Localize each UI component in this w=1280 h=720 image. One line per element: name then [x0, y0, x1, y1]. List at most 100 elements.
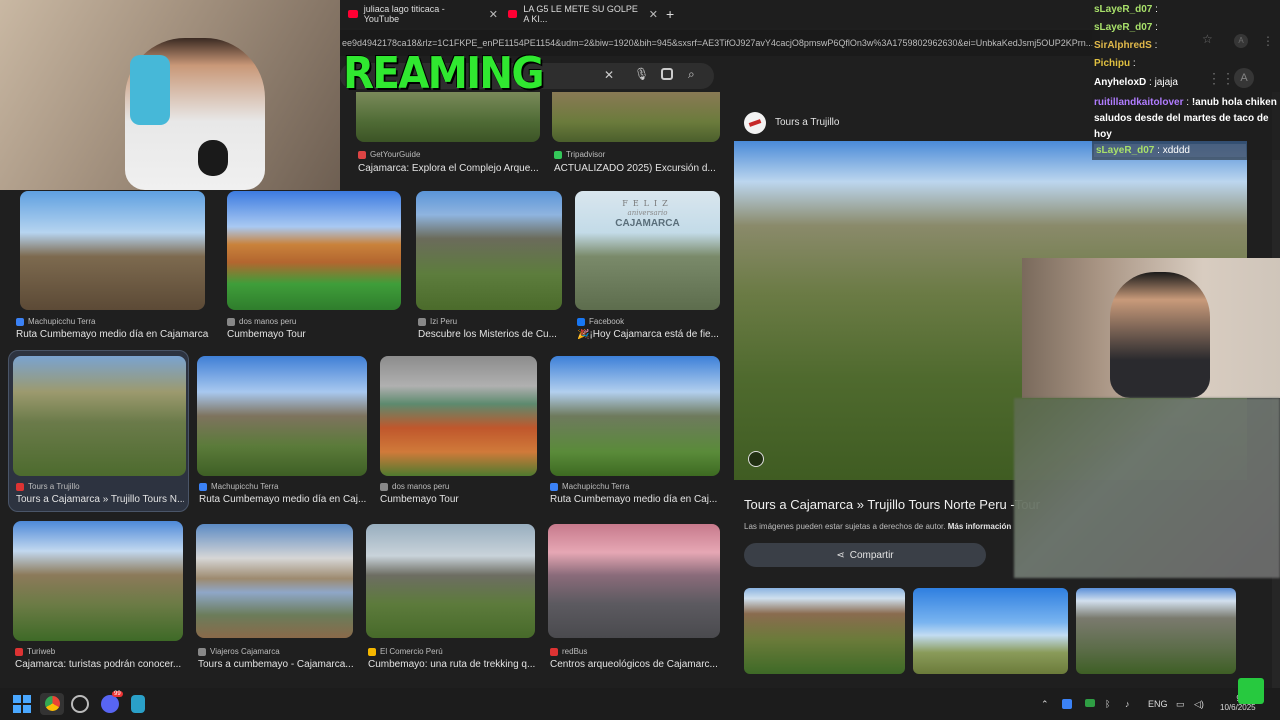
tab-youtube-g5[interactable]: LA G5 LE METE SU GOLPE A KI... ✕ — [508, 4, 658, 24]
lens-search-icon[interactable] — [661, 68, 673, 80]
network-icon[interactable]: ▭ — [1176, 699, 1185, 710]
search-icon[interactable]: ⌕ — [688, 67, 695, 82]
chat-message: sLayeR_d07 : — [1094, 22, 1158, 33]
result-card[interactable]: Viajeros Cajamarca Tours a cumbemayo - C… — [196, 524, 353, 674]
panel-site-name[interactable]: Tours a Trujillo — [775, 117, 839, 128]
result-image[interactable]: FELIZ aniversario CAJAMARCA — [575, 191, 720, 310]
microphone-icon — [198, 140, 228, 176]
result-title[interactable]: Cajamarca: turistas podrán conocer... — [15, 659, 185, 670]
tab-label: juliaca lago titicaca - YouTube — [363, 4, 445, 24]
close-icon[interactable]: ✕ — [489, 8, 498, 21]
windows-start-icon[interactable] — [13, 695, 31, 713]
result-image[interactable] — [227, 191, 401, 310]
result-card[interactable]: Izi Peru Descubre los Misterios de Cu... — [416, 191, 562, 341]
result-card[interactable]: dos manos peru Cumbemayo Tour — [227, 191, 401, 341]
source-label: Turiweb — [27, 647, 56, 656]
new-tab-button[interactable]: + — [666, 4, 674, 24]
result-card-selected[interactable]: Tours a Trujillo Tours a Cajamarca » Tru… — [8, 350, 189, 512]
result-title[interactable]: Tours a Cajamarca » Trujillo Tours N... — [16, 494, 184, 505]
result-title[interactable]: Descubre los Misterios de Cu... — [418, 329, 564, 340]
result-card[interactable]: dos manos peru Cumbemayo Tour — [380, 356, 537, 506]
source-label: Machupicchu Terra — [211, 482, 279, 491]
result-title[interactable]: Cumbemayo: una ruta de trekking q... — [368, 659, 535, 670]
related-image[interactable] — [744, 588, 905, 674]
result-source: Machupicchu Terra — [550, 482, 629, 491]
source-label: El Comercio Perú — [380, 647, 443, 656]
result-title[interactable]: Cajamarca: Explora el Complejo Arque... — [358, 163, 540, 174]
result-source: Viajeros Cajamarca — [198, 647, 280, 656]
result-image[interactable] — [548, 524, 720, 638]
result-title[interactable]: Cumbemayo Tour — [380, 494, 537, 505]
result-title[interactable]: Centros arqueológicos de Cajamarc... — [550, 659, 720, 670]
result-card[interactable]: Machupicchu Terra Ruta Cumbemayo medio d… — [550, 356, 720, 506]
share-label: Compartir — [849, 549, 894, 561]
result-title[interactable]: Ruta Cumbemayo medio día en Caj... — [199, 494, 367, 505]
chrome-taskbar-button[interactable] — [40, 693, 64, 715]
result-image[interactable] — [356, 92, 540, 142]
result-card[interactable]: Turiweb Cajamarca: turistas podrán conoc… — [13, 521, 183, 671]
mic-icon[interactable]: ♪ — [1125, 699, 1130, 709]
streamer-webcam — [0, 0, 340, 190]
result-title[interactable]: 🎉¡Hoy Cajamarca está de fie... — [577, 329, 720, 340]
site-favicon-icon — [358, 150, 366, 159]
nvidia-icon[interactable] — [1085, 699, 1095, 707]
obs-icon[interactable] — [71, 695, 89, 713]
result-image[interactable] — [416, 191, 562, 310]
site-favicon-icon — [16, 317, 24, 326]
result-title[interactable]: Cumbemayo Tour — [227, 329, 401, 340]
lens-icon[interactable] — [748, 451, 764, 467]
more-info-link[interactable]: Más información — [948, 522, 1012, 531]
result-image[interactable] — [20, 191, 205, 310]
result-title[interactable]: ACTUALIZADO 2025) Excursión d... — [554, 163, 720, 174]
result-title[interactable]: Ruta Cumbemayo medio día en Cajamarca — [16, 329, 216, 340]
source-label: GetYourGuide — [370, 150, 421, 159]
result-image[interactable] — [550, 356, 720, 476]
result-image[interactable] — [552, 92, 720, 142]
language-indicator[interactable]: ENG — [1148, 699, 1168, 709]
clear-search-icon[interactable]: ✕ — [604, 68, 614, 82]
voice-search-icon[interactable]: 🎙 — [634, 67, 649, 81]
related-image[interactable] — [1076, 588, 1236, 674]
result-card[interactable]: GetYourGuide Cajamarca: Explora el Compl… — [356, 92, 540, 176]
source-label: dos manos peru — [392, 482, 450, 491]
result-card[interactable]: Machupicchu Terra Ruta Cumbemayo medio d… — [16, 191, 208, 341]
bluetooth-icon[interactable]: ᛒ — [1105, 699, 1110, 709]
source-label: Facebook — [589, 317, 625, 326]
stream-alert-icon — [1238, 678, 1264, 704]
close-icon[interactable]: ✕ — [649, 8, 658, 21]
chat-username: ruitillandkaitolover — [1094, 97, 1184, 108]
source-label: dos manos peru — [239, 317, 297, 326]
chat-text: xdddd — [1162, 145, 1190, 156]
result-card[interactable]: Tripadvisor ACTUALIZADO 2025) Excursión … — [552, 92, 720, 176]
tray-app-icon[interactable] — [1062, 699, 1072, 709]
related-image[interactable] — [913, 588, 1068, 674]
volume-icon[interactable]: ◁) — [1194, 699, 1204, 710]
guest-figure — [1110, 272, 1210, 398]
source-label: Tripadvisor — [566, 150, 606, 159]
result-card[interactable]: redBus Centros arqueológicos de Cajamarc… — [548, 524, 720, 674]
show-hidden-icons-icon[interactable]: ⌃ — [1041, 699, 1049, 710]
result-card[interactable]: El Comercio Perú Cumbemayo: una ruta de … — [366, 524, 535, 674]
chat-message: Pichipu : — [1094, 58, 1136, 69]
result-title[interactable]: Tours a cumbemayo - Cajamarca... — [198, 659, 353, 670]
share-button[interactable]: ⋖ Compartir — [744, 543, 986, 567]
result-image[interactable] — [13, 356, 186, 476]
discord-icon[interactable]: 99 — [101, 691, 123, 713]
youtube-icon — [348, 10, 358, 18]
tab-youtube-juliaca[interactable]: juliaca lago titicaca - YouTube ✕ — [348, 4, 498, 24]
chat-username: sLayeR_d07 — [1094, 4, 1153, 15]
result-image[interactable] — [13, 521, 183, 641]
source-label: Viajeros Cajamarca — [210, 647, 280, 656]
result-image[interactable] — [366, 524, 535, 638]
result-image[interactable] — [196, 524, 353, 638]
result-card[interactable]: Machupicchu Terra Ruta Cumbemayo medio d… — [197, 356, 367, 506]
notification-badge: 99 — [112, 691, 123, 697]
source-label: redBus — [562, 647, 588, 656]
result-title[interactable]: Ruta Cumbemayo medio día en Caj... — [550, 494, 720, 505]
site-favicon-icon — [550, 647, 558, 656]
result-card[interactable]: FELIZ aniversario CAJAMARCA Facebook 🎉¡H… — [575, 191, 720, 341]
notepad-icon[interactable] — [131, 695, 145, 713]
result-image[interactable] — [197, 356, 367, 476]
result-image[interactable] — [380, 356, 537, 476]
preview-title[interactable]: Tours a Cajamarca » Trujillo Tours Norte… — [744, 497, 1040, 512]
